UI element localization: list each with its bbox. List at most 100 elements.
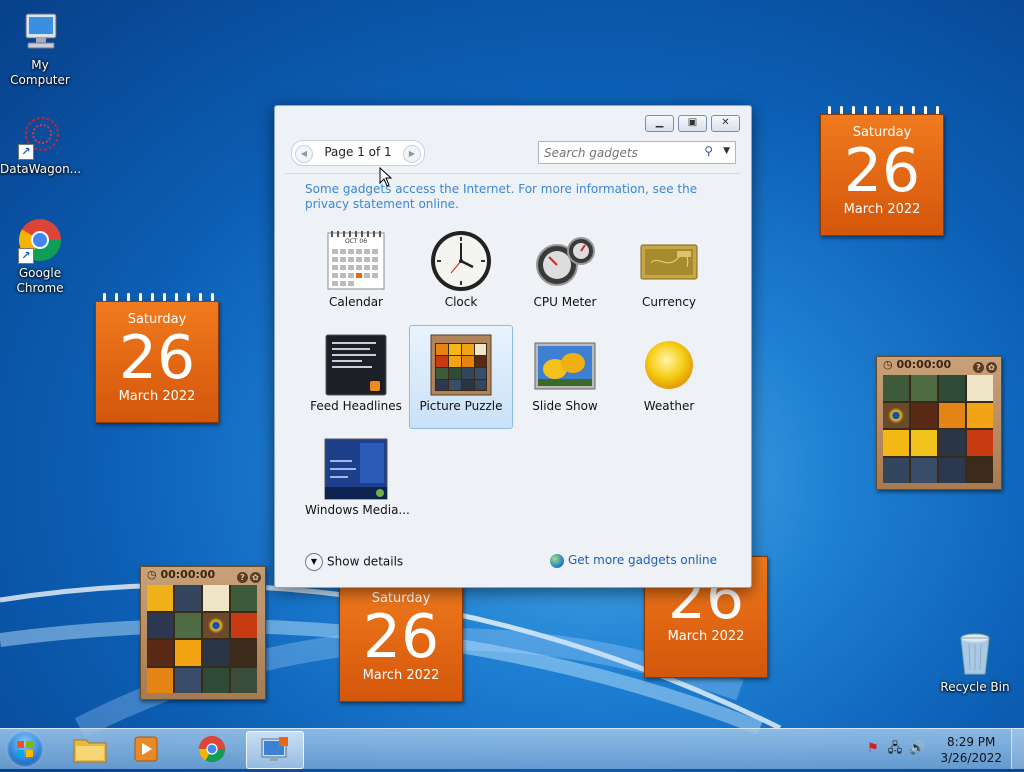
chevron-down-icon[interactable]: ▼ (723, 146, 730, 156)
minimize-button[interactable]: ▁ (645, 115, 674, 132)
taskbar-clock[interactable]: 8:29 PM 3/26/2022 (940, 734, 1002, 766)
computer-icon (16, 8, 64, 56)
recycle-bin-icon (951, 630, 999, 678)
puzzle-help-icon[interactable]: ? (237, 572, 248, 583)
calendar-month: March 2022 (843, 202, 921, 217)
puzzle-timer-icon: ◷ (883, 358, 893, 371)
chrome-icon: ↗ (16, 216, 64, 264)
show-details-button[interactable]: ▼ Show details (305, 553, 403, 571)
chevron-down-icon: ▼ (305, 553, 323, 571)
prev-page-button[interactable]: ◀ (295, 145, 313, 163)
volume-icon[interactable]: 🔊 (909, 741, 925, 757)
globe-icon (549, 553, 564, 568)
feed-headlines-gadget-icon (324, 333, 388, 397)
gadget-label: CPU Meter (533, 295, 597, 309)
gadget-item-clock[interactable]: Clock (410, 223, 512, 325)
gadget-item-weather[interactable]: Weather (618, 327, 720, 429)
calendar-month: March 2022 (118, 389, 196, 404)
puzzle-solve-icon[interactable]: ✿ (250, 572, 261, 583)
clock-date: 3/26/2022 (940, 751, 1002, 765)
clock-gadget-icon (429, 229, 493, 293)
desktop-icon-label: My Computer (10, 58, 70, 87)
weather-sun-icon (637, 333, 701, 397)
show-details-label: Show details (327, 554, 404, 569)
gadget-item-feed-headlines[interactable]: Feed Headlines (305, 327, 407, 429)
gadget-item-windows-media[interactable]: Windows Media... (305, 431, 410, 533)
shortcut-arrow-icon: ↗ (18, 144, 34, 160)
shortcut-arrow-icon: ↗ (18, 248, 34, 264)
gadget-label: Windows Media... (305, 503, 410, 517)
folder-icon (73, 739, 107, 763)
desktop-icon-my-computer[interactable]: My Computer (0, 8, 80, 88)
show-desktop-button[interactable] (1011, 729, 1024, 769)
divider (285, 173, 741, 174)
calendar-day-number: 26 (843, 136, 921, 206)
media-player-icon (134, 736, 158, 762)
taskbar-gadgets-button[interactable] (246, 731, 304, 769)
windows-media-gadget-icon (324, 437, 388, 501)
puzzle-solve-icon[interactable]: ✿ (986, 362, 997, 373)
calendar-thumb-month: OCT 06 (344, 238, 368, 245)
chrome-icon (198, 735, 226, 763)
next-page-button[interactable]: ▶ (403, 145, 421, 163)
gadget-label: Slide Show (532, 399, 598, 413)
puzzle-grid[interactable] (883, 375, 993, 483)
gadget-label: Picture Puzzle (419, 399, 503, 413)
taskbar-explorer-button[interactable] (62, 731, 118, 767)
gadget-label: Weather (643, 399, 695, 413)
search-input[interactable] (539, 143, 700, 163)
taskbar-chrome-button[interactable] (184, 731, 240, 767)
gadget-item-picture-puzzle[interactable]: Picture Puzzle (409, 325, 513, 429)
calendar-gadget[interactable]: Saturday 26 March 2022 (339, 572, 463, 702)
get-more-gadgets-label: Get more gadgets online (567, 553, 717, 567)
gadget-gallery-window: ▁ ▣ ✕ ◀ Page 1 of 1 ▶ ⚲ ▼ Some gadgets a… (274, 105, 752, 588)
mouse-cursor-icon (379, 167, 393, 187)
gadget-label: Feed Headlines (310, 399, 402, 413)
gadget-label: Clock (444, 295, 478, 309)
calendar-day-number: 26 (118, 323, 196, 393)
gadget-label: Calendar (329, 295, 383, 309)
clock-time: 8:29 PM (947, 735, 996, 749)
gadget-label: Currency (641, 295, 697, 309)
gadget-item-cpu-meter[interactable]: CPU Meter (514, 223, 616, 325)
calendar-gadget[interactable]: Saturday 26 March 2022 (820, 106, 944, 236)
calendar-month: March 2022 (667, 629, 745, 644)
desktop-icon-datawagon[interactable]: ↗ DataWagon... (0, 112, 82, 177)
gadget-item-currency[interactable]: Currency (618, 223, 720, 325)
restore-button[interactable]: ▣ (678, 115, 707, 132)
start-button[interactable] (6, 730, 44, 768)
action-center-flag-icon[interactable]: ⚑ (865, 741, 881, 757)
calendar-gadget[interactable]: Saturday 26 March 2022 (95, 293, 219, 423)
notification-area: ⚑ 🖧 🔊 8:29 PM 3/26/2022 (859, 729, 1024, 769)
calendar-month: March 2022 (362, 668, 440, 683)
get-more-gadgets-link[interactable]: Get more gadgets online (549, 553, 717, 568)
page-navigator: ◀ Page 1 of 1 ▶ (291, 140, 425, 166)
desktop-icon-recycle-bin[interactable]: Recycle Bin (935, 630, 1015, 695)
datawagon-icon: ↗ (16, 112, 64, 160)
search-icon[interactable]: ⚲ (704, 144, 713, 158)
picture-puzzle-gadget[interactable]: ◷ 00:00:00 ? ✿ (876, 356, 1002, 490)
windows-logo-icon (17, 741, 33, 757)
slide-show-gadget-icon (533, 333, 597, 397)
network-icon[interactable]: 🖧 (887, 741, 903, 757)
taskbar-media-player-button[interactable] (120, 731, 176, 767)
taskbar: ⚑ 🖧 🔊 8:29 PM 3/26/2022 (0, 728, 1024, 769)
desktop-icon-label: Recycle Bin (940, 680, 1010, 694)
puzzle-help-icon[interactable]: ? (973, 362, 984, 373)
picture-puzzle-gadget[interactable]: ◷ 00:00:00 ? ✿ (140, 566, 266, 700)
desktop-icon-google-chrome[interactable]: ↗ Google Chrome (0, 216, 80, 296)
gadget-item-slide-show[interactable]: Slide Show (514, 327, 616, 429)
desktop-icon-label: Google Chrome (16, 266, 64, 295)
puzzle-timer: 00:00:00 (896, 358, 952, 371)
puzzle-timer-icon: ◷ (147, 568, 157, 581)
puzzle-grid[interactable] (147, 585, 257, 693)
desktop-gadgets-icon (261, 737, 288, 761)
cpu-meter-gadget-icon (533, 229, 597, 293)
close-button[interactable]: ✕ (711, 115, 740, 132)
privacy-notice-link[interactable]: Some gadgets access the Internet. For mo… (305, 182, 725, 212)
desktop-icon-label: DataWagon... (0, 162, 82, 176)
search-box[interactable]: ⚲ ▼ (538, 141, 736, 164)
calendar-gadget-icon: OCT 06 (324, 229, 388, 293)
calendar-day-number: 26 (362, 602, 440, 672)
gadget-item-calendar[interactable]: OCT 06 Calendar (305, 223, 407, 325)
